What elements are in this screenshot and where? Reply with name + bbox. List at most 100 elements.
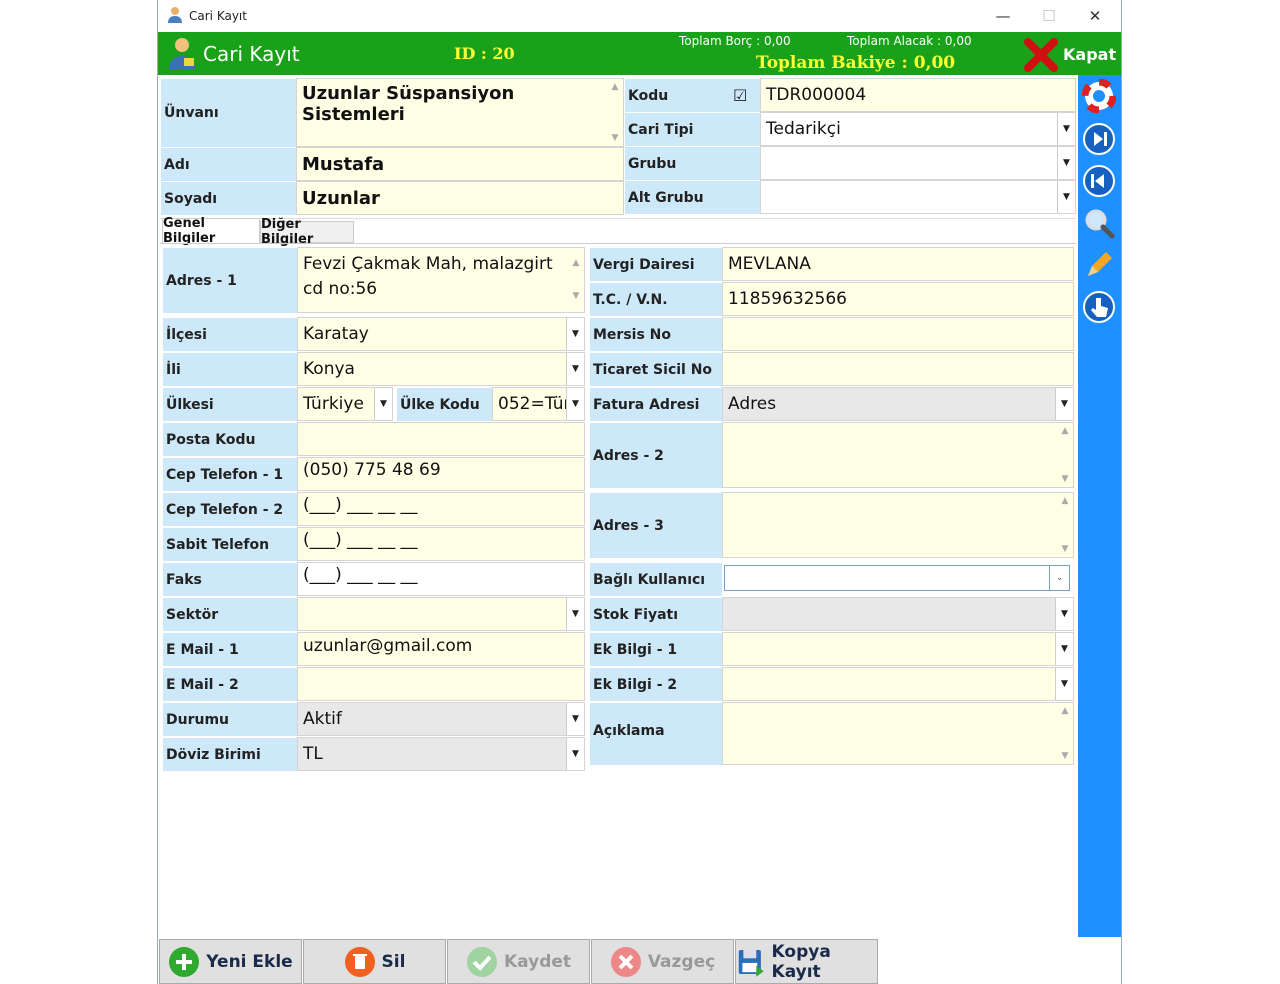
chevron-down-icon[interactable]: ▼ bbox=[566, 388, 584, 420]
ek1-label: Ek Bilgi - 1 bbox=[589, 632, 722, 666]
trash-icon bbox=[344, 946, 375, 977]
lifebuoy-icon[interactable] bbox=[1082, 79, 1116, 113]
ulke-kodu-select[interactable]: 052=Türk ▼ bbox=[492, 387, 585, 421]
ticaret-input[interactable] bbox=[722, 352, 1074, 386]
fatura-adresi-select[interactable]: Adres ▼ bbox=[722, 387, 1074, 421]
chevron-down-icon[interactable]: ▼ bbox=[374, 388, 392, 420]
stok-fiyati-select[interactable]: ▼ bbox=[722, 597, 1074, 631]
cep2-input[interactable]: (___) ___ __ __ bbox=[297, 492, 585, 526]
vergi-dairesi-input[interactable]: MEVLANA bbox=[722, 247, 1074, 281]
kodu-checkbox[interactable]: ☑ bbox=[733, 86, 747, 105]
sabit-input[interactable]: (___) ___ __ __ bbox=[297, 527, 585, 561]
chevron-down-icon[interactable]: ▼ bbox=[1055, 633, 1073, 665]
doviz-select[interactable]: TL ▼ bbox=[297, 737, 585, 771]
adres3-label: Adres - 3 bbox=[589, 492, 722, 558]
soyadi-input[interactable]: Uzunlar bbox=[296, 181, 624, 215]
yeni-ekle-label: Yeni Ekle bbox=[206, 951, 293, 972]
check-icon bbox=[466, 946, 497, 977]
aciklama-input[interactable]: ▲ ▼ bbox=[722, 702, 1074, 765]
adres1-scrollbar[interactable]: ▲ ▼ bbox=[568, 248, 584, 312]
search-icon[interactable] bbox=[1082, 206, 1116, 240]
chevron-down-icon[interactable]: ▼ bbox=[1057, 181, 1075, 213]
adres3-input[interactable]: ▲ ▼ bbox=[722, 492, 1074, 558]
faks-input[interactable]: (___) ___ __ __ bbox=[297, 562, 585, 596]
ek1-select[interactable]: ▼ bbox=[722, 632, 1074, 666]
email2-input[interactable] bbox=[297, 667, 585, 701]
grubu-select[interactable]: ▼ bbox=[760, 146, 1076, 180]
toplam-alacak: Toplam Alacak : 0,00 bbox=[847, 34, 972, 48]
fatura-adresi-label: Fatura Adresi bbox=[589, 387, 722, 421]
adres1-input[interactable]: Fevzi Çakmak Mah, malazgirt cd no:56 ▲ ▼ bbox=[297, 247, 585, 313]
email1-input[interactable]: uzunlar@gmail.com bbox=[297, 632, 585, 666]
unvani-scrollbar[interactable]: ▲ ▼ bbox=[607, 79, 623, 146]
maximize-button[interactable]: ☐ bbox=[1026, 4, 1072, 28]
previous-record-icon[interactable] bbox=[1082, 164, 1116, 198]
stok-fiyati-label: Stok Fiyatı bbox=[589, 597, 722, 631]
bagli-label: Bağlı Kullanıcı bbox=[589, 562, 722, 596]
adres3-scrollbar[interactable]: ▲ ▼ bbox=[1057, 493, 1073, 557]
chevron-down-icon[interactable]: ▼ bbox=[566, 353, 584, 385]
aciklama-scrollbar[interactable]: ▲ ▼ bbox=[1057, 703, 1073, 764]
kopya-kayit-label: Kopya Kayıt bbox=[771, 941, 831, 982]
yeni-ekle-button[interactable]: Yeni Ekle bbox=[159, 939, 302, 984]
chevron-down-icon[interactable]: ▼ bbox=[566, 318, 584, 350]
vazgec-label: Vazgeç bbox=[647, 951, 716, 972]
pencil-icon[interactable] bbox=[1082, 248, 1116, 282]
chevron-down-icon[interactable]: ▼ bbox=[566, 598, 584, 630]
tab-diger-bilgiler[interactable]: Diğer Bilgiler bbox=[260, 217, 354, 247]
doviz-value: TL bbox=[303, 744, 323, 764]
chevron-down-icon[interactable]: ⌄ bbox=[1049, 566, 1069, 590]
tc-vn-input[interactable]: 11859632566 bbox=[722, 282, 1074, 316]
bagli-select-wrap: ⌄ bbox=[722, 562, 1074, 596]
sil-label: Sil bbox=[381, 951, 406, 972]
hand-pointer-icon[interactable] bbox=[1082, 290, 1116, 324]
tc-vn-label: T.C. / V.N. bbox=[589, 282, 722, 316]
chevron-down-icon[interactable]: ▼ bbox=[566, 738, 584, 770]
mersis-label: Mersis No bbox=[589, 317, 722, 351]
ilcesi-select[interactable]: Karatay ▼ bbox=[297, 317, 585, 351]
chevron-down-icon[interactable]: ▼ bbox=[1055, 388, 1073, 420]
ticaret-label: Ticaret Sicil No bbox=[589, 352, 722, 386]
aciklama-label: Açıklama bbox=[589, 702, 722, 765]
mersis-input[interactable] bbox=[722, 317, 1074, 351]
sektor-label: Sektör bbox=[162, 597, 297, 631]
adres2-label: Adres - 2 bbox=[589, 422, 722, 488]
ili-value: Konya bbox=[303, 359, 355, 379]
user-icon bbox=[169, 38, 195, 70]
close-button[interactable]: ✕ bbox=[1072, 4, 1118, 28]
cari-tipi-select[interactable]: Tedarikçi ▼ bbox=[760, 112, 1076, 146]
ilcesi-label: İlçesi bbox=[162, 317, 297, 351]
next-record-icon[interactable] bbox=[1082, 122, 1116, 156]
bagli-select[interactable]: ⌄ bbox=[724, 565, 1070, 591]
vazgec-button[interactable]: Vazgeç bbox=[591, 939, 734, 984]
chevron-down-icon[interactable]: ▼ bbox=[1057, 113, 1075, 145]
durumu-select[interactable]: Aktif ▼ bbox=[297, 702, 585, 736]
ili-label: İli bbox=[162, 352, 297, 386]
sektor-select[interactable]: ▼ bbox=[297, 597, 585, 631]
chevron-down-icon[interactable]: ▼ bbox=[1055, 598, 1073, 630]
doviz-label: Döviz Birimi bbox=[162, 737, 297, 771]
cancel-icon bbox=[610, 946, 641, 977]
cep1-input[interactable]: (050) 775 48 69 bbox=[297, 457, 585, 491]
kodu-input[interactable]: TDR000004 bbox=[760, 78, 1076, 112]
minimize-button[interactable]: — bbox=[980, 4, 1026, 28]
adres2-scrollbar[interactable]: ▲ ▼ bbox=[1057, 423, 1073, 487]
kaydet-button[interactable]: Kaydet bbox=[447, 939, 590, 984]
ili-select[interactable]: Konya ▼ bbox=[297, 352, 585, 386]
chevron-down-icon[interactable]: ▼ bbox=[1055, 668, 1073, 700]
chevron-down-icon[interactable]: ▼ bbox=[566, 703, 584, 735]
unvani-input[interactable]: Uzunlar Süspansiyon Sistemleri ▲ ▼ bbox=[296, 78, 624, 147]
chevron-down-icon[interactable]: ▼ bbox=[1057, 147, 1075, 179]
posta-kodu-input[interactable] bbox=[297, 422, 585, 456]
kodu-label: Kodu ☑ bbox=[624, 78, 760, 112]
tab-genel-bilgiler[interactable]: Genel Bilgiler bbox=[162, 216, 260, 246]
adres2-input[interactable]: ▲ ▼ bbox=[722, 422, 1074, 488]
sil-button[interactable]: Sil bbox=[303, 939, 446, 984]
kapat-button[interactable]: Kapat bbox=[1024, 36, 1120, 72]
ek2-select[interactable]: ▼ bbox=[722, 667, 1074, 701]
kopya-kayit-button[interactable]: Kopya Kayıt bbox=[735, 939, 878, 984]
alt-grubu-select[interactable]: ▼ bbox=[760, 180, 1076, 214]
window-title: Cari Kayıt bbox=[189, 9, 247, 23]
adi-input[interactable]: Mustafa bbox=[296, 147, 624, 181]
ulkesi-select[interactable]: Türkiye ▼ bbox=[297, 387, 393, 421]
